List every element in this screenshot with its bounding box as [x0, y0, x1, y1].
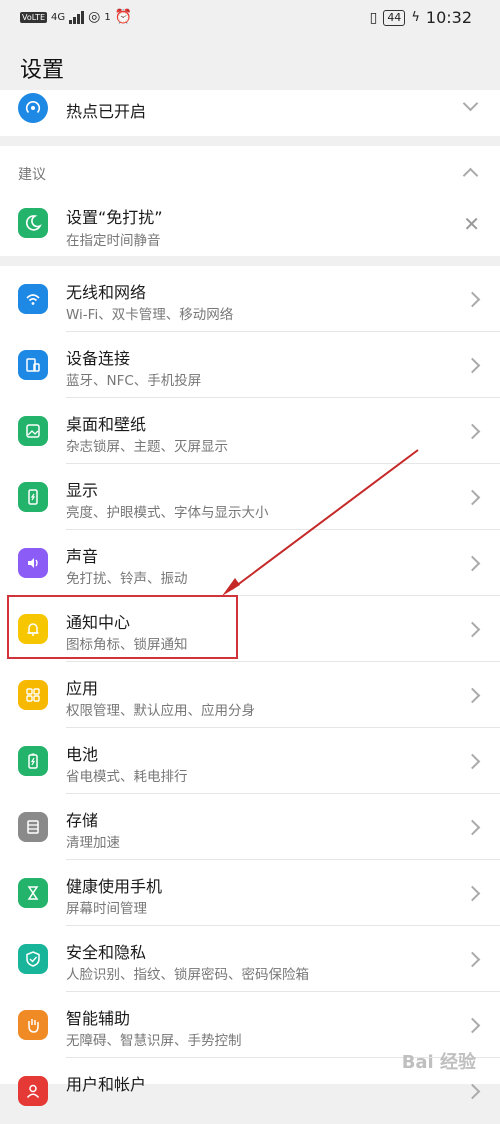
- settings-item-title: 安全和隐私: [66, 943, 147, 962]
- settings-item[interactable]: 显示亮度、护眼模式、字体与显示大小: [0, 464, 500, 530]
- status-left: VoLTE 4G ◎ 1 ⏰: [20, 9, 132, 25]
- settings-item[interactable]: 无线和网络 Wi-Fi、双卡管理、移动网络: [0, 266, 500, 332]
- settings-item-title: 显示: [66, 481, 99, 500]
- settings-item-subtitle: 免打扰、铃声、振动: [66, 571, 188, 587]
- sound-icon: [18, 548, 48, 578]
- chevron-right-icon: [464, 1083, 481, 1100]
- settings-item-subtitle: 人脸识别、指纹、锁屏密码、密码保险箱: [66, 967, 309, 983]
- hotspot-count: 1: [104, 11, 111, 23]
- settings-item-title: 设备连接: [66, 349, 131, 368]
- settings-item-subtitle: 杂志锁屏、主题、灭屏显示: [66, 439, 228, 455]
- chevron-right-icon: [464, 357, 481, 374]
- charging-icon: ϟ: [411, 10, 420, 25]
- settings-item-subtitle: 无障碍、智慧识屏、手势控制: [66, 1033, 242, 1049]
- settings-item-title: 智能辅助: [66, 1009, 131, 1028]
- battery-icon: [18, 746, 48, 776]
- settings-item-title: 用户和帐户: [66, 1075, 147, 1094]
- signal-icon: [69, 10, 85, 24]
- volte-badge: VoLTE: [20, 11, 48, 23]
- suggestions-header: 建议: [18, 167, 46, 183]
- moon-icon: [18, 208, 48, 238]
- chevron-right-icon: [464, 1017, 481, 1034]
- settings-item-subtitle: 清理加速: [66, 835, 120, 851]
- settings-item[interactable]: 安全和隐私人脸识别、指纹、锁屏密码、密码保险箱: [0, 926, 500, 992]
- settings-item-title: 无线和网络: [66, 283, 147, 302]
- settings-item[interactable]: 存储 清理加速: [0, 794, 500, 860]
- settings-item-subtitle: 亮度、护眼模式、字体与显示大小: [66, 505, 269, 521]
- chevron-right-icon: [464, 951, 481, 968]
- watermark: Bai 经验: [401, 1052, 476, 1073]
- settings-item-subtitle: 省电模式、耗电排行: [66, 769, 188, 785]
- settings-item-title: 健康使用手机: [66, 877, 163, 896]
- hotspot-card[interactable]: 热点已开启: [0, 90, 500, 136]
- hotspot-status-icon: ◎: [88, 9, 101, 25]
- settings-item-subtitle: Wi-Fi、双卡管理、移动网络: [66, 307, 234, 323]
- storage-icon: [18, 812, 48, 842]
- status-time: 10:32: [425, 8, 472, 27]
- display-icon: [18, 482, 48, 512]
- settings-item-title: 应用: [66, 679, 99, 698]
- status-bar: VoLTE 4G ◎ 1 ⏰ ▯ 44 ϟ 10:32: [0, 0, 500, 36]
- chevron-right-icon: [464, 621, 481, 638]
- settings-item[interactable]: 桌面和壁纸杂志锁屏、主题、灭屏显示: [0, 398, 500, 464]
- alarm-icon: ⏰: [114, 9, 133, 25]
- hourglass-icon: [18, 878, 48, 908]
- suggestions-card: 建议 设置“免打扰” 在指定时间静音 ✕: [0, 146, 500, 256]
- settings-item[interactable]: 设备连接蓝牙、NFC、手机投屏: [0, 332, 500, 398]
- settings-item-title: 声音: [66, 547, 99, 566]
- settings-item-subtitle: 权限管理、默认应用、应用分身: [66, 703, 255, 719]
- chevron-right-icon: [464, 885, 481, 902]
- chevron-right-icon: [464, 753, 481, 770]
- suggestion-title: 设置“免打扰”: [66, 208, 163, 227]
- shield-icon: [18, 944, 48, 974]
- wifi-icon: [18, 284, 48, 314]
- user-icon: [18, 1076, 48, 1106]
- hotspot-label: 热点已开启: [66, 102, 147, 121]
- apps-icon: [18, 680, 48, 710]
- chevron-right-icon: [464, 489, 481, 506]
- settings-item-subtitle: 屏幕时间管理: [66, 901, 147, 917]
- chevron-right-icon: [464, 555, 481, 572]
- page-title: 设置: [20, 58, 65, 83]
- device-connection-icon: [18, 350, 48, 380]
- settings-item-title: 电池: [66, 745, 99, 764]
- settings-item[interactable]: 应用权限管理、默认应用、应用分身: [0, 662, 500, 728]
- network-type: 4G: [51, 11, 66, 23]
- suggestion-item-do-not-disturb[interactable]: 设置“免打扰” 在指定时间静音 ✕: [0, 198, 500, 254]
- settings-item-title: 存储: [66, 811, 99, 830]
- settings-item[interactable]: 声音免打扰、铃声、振动: [0, 530, 500, 596]
- settings-item[interactable]: 电池省电模式、耗电排行: [0, 728, 500, 794]
- wallpaper-icon: [18, 416, 48, 446]
- hotspot-icon: [18, 93, 48, 123]
- dismiss-suggestion-icon[interactable]: ✕: [463, 212, 480, 236]
- settings-list: 无线和网络 Wi-Fi、双卡管理、移动网络 设备连接 蓝牙、NFC、手机投屏 桌面和壁纸…: [0, 266, 500, 1106]
- highlight-box: [7, 595, 238, 659]
- suggestion-subtitle: 在指定时间静音: [66, 233, 161, 249]
- chevron-right-icon: [464, 687, 481, 704]
- chevron-right-icon: [464, 291, 481, 308]
- expand-chevron-icon[interactable]: [462, 95, 479, 112]
- battery-indicator: 44: [383, 9, 406, 26]
- settings-item-subtitle: 蓝牙、NFC、手机投屏: [66, 373, 202, 389]
- chevron-right-icon: [464, 423, 481, 440]
- status-right: ▯ 44 ϟ 10:32: [370, 8, 472, 27]
- chevron-right-icon: [464, 819, 481, 836]
- settings-item[interactable]: 健康使用手机 屏幕时间管理: [0, 860, 500, 926]
- settings-item-title: 桌面和壁纸: [66, 415, 147, 434]
- hand-icon: [18, 1010, 48, 1040]
- vibrate-icon: ▯: [369, 9, 378, 26]
- collapse-chevron-icon[interactable]: [462, 167, 479, 184]
